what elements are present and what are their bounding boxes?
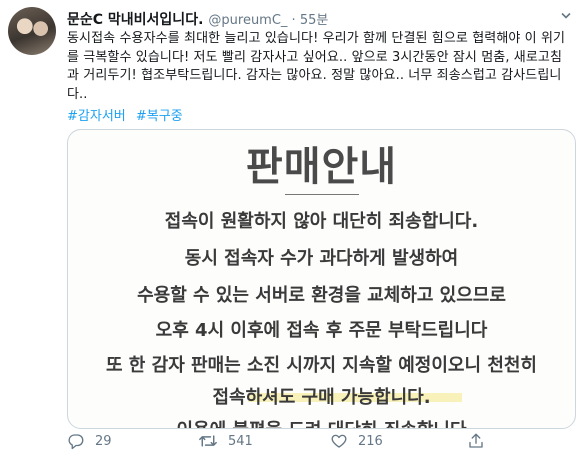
hashtag-link[interactable]: #감자서버	[67, 109, 126, 124]
retweet-count: 541	[228, 433, 253, 449]
notice-line: 접속하셔도 구매 가능합니다.	[212, 387, 431, 408]
like-button[interactable]: 216	[330, 432, 383, 450]
hashtag-link[interactable]: #복구중	[136, 109, 183, 124]
notice-title: 판매안내	[245, 144, 398, 190]
heart-icon	[330, 432, 358, 450]
like-count: 216	[358, 433, 383, 449]
reply-button[interactable]: 29	[67, 432, 112, 450]
hashtags: #감자서버 #복구중	[67, 105, 189, 124]
notice-line: 오후 4시 이후에 접속 후 주문 부탁드립니다	[155, 320, 488, 341]
avatar[interactable]	[8, 7, 56, 55]
retweet-button[interactable]: 541	[198, 432, 253, 450]
handle-and-time[interactable]: @pureumC_ · 55분	[208, 9, 328, 28]
display-name[interactable]: 문순C 막내비서입니다.	[67, 9, 203, 29]
notice-line: 수용할 수 있는 서버로 환경을 교체하고 있으므로	[137, 285, 506, 306]
retweet-icon	[198, 432, 228, 450]
tweet-actions: 29 541 216	[67, 428, 567, 456]
notice-line: 접속이 원활하지 않아 대단히 죄송합니다.	[164, 211, 479, 232]
share-button[interactable]	[467, 432, 495, 450]
tweet-text: 동시접속 수용자수를 최대한 늘리고 있습니다! 우리가 함께 단결된 힘으로 …	[67, 31, 566, 102]
tweet-header: 문순C 막내비서입니다. @pureumC_ · 55분	[67, 9, 328, 29]
reply-count: 29	[95, 433, 112, 449]
reply-icon	[67, 432, 95, 450]
notice-line: 또 한 감자 판매는 소진 시까지 지속할 예정이오니 천천히	[105, 355, 537, 376]
notice-image[interactable]: 판매안내 접속이 원활하지 않아 대단히 죄송합니다. 동시 접속자 수가 과다…	[67, 129, 576, 429]
chevron-down-icon[interactable]	[561, 12, 571, 21]
divider	[285, 194, 359, 195]
share-icon	[467, 432, 495, 450]
notice-line: 동시 접속자 수가 과다하게 발생하여	[184, 248, 459, 269]
